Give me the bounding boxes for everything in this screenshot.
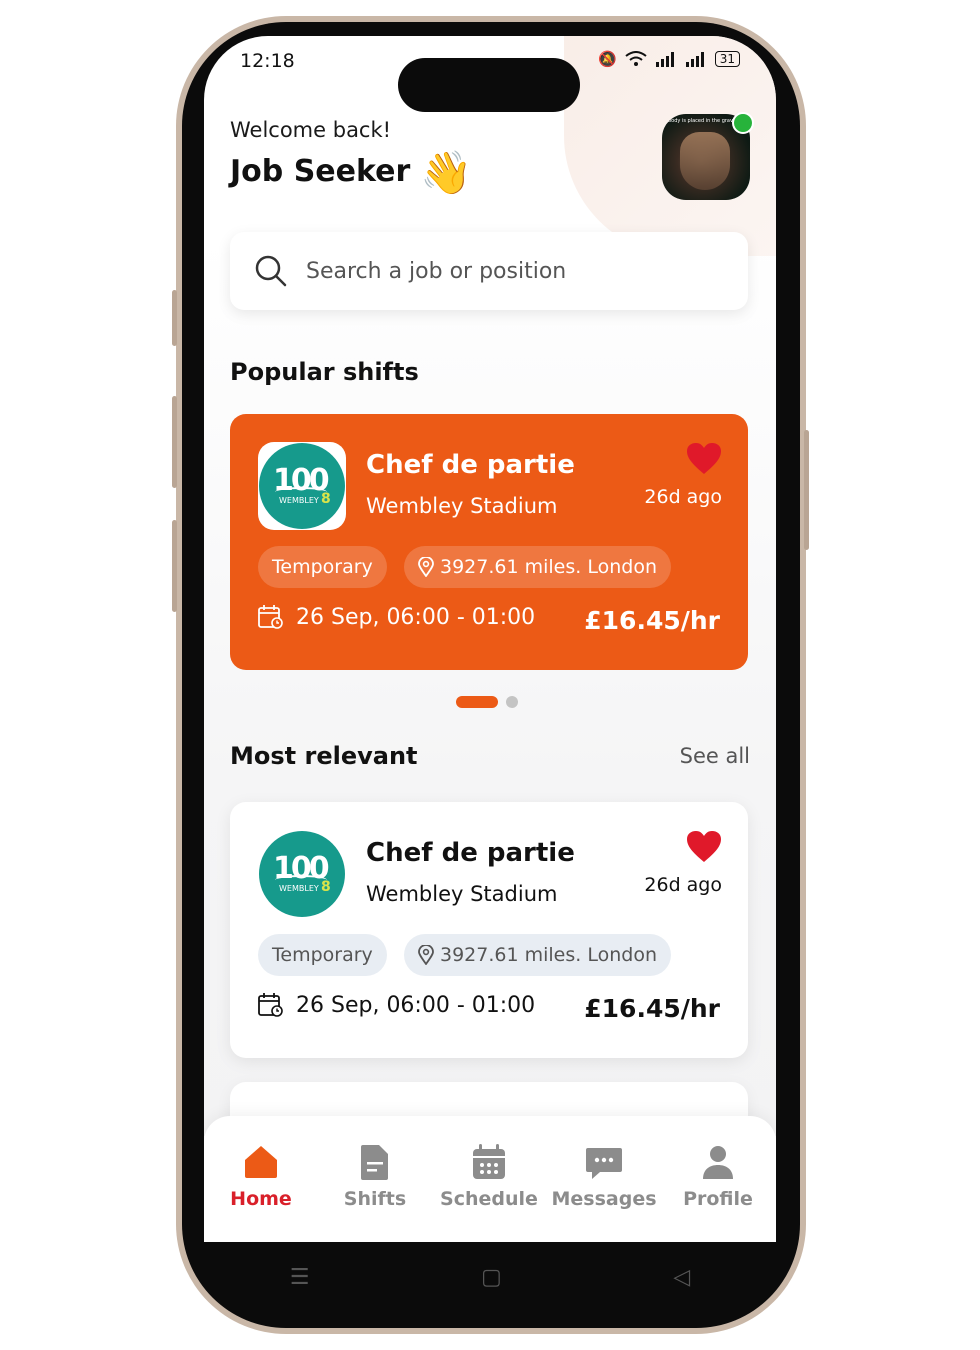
tab-schedule[interactable]: Schedule bbox=[434, 1142, 544, 1210]
tab-home[interactable]: Home bbox=[206, 1142, 316, 1210]
online-status-indicator bbox=[732, 112, 754, 134]
company-logo: 100 WEMBLEY 8 bbox=[258, 830, 346, 918]
favorite-heart-icon[interactable] bbox=[686, 442, 722, 476]
volume-down-button bbox=[172, 396, 177, 488]
favorite-heart-icon[interactable] bbox=[686, 830, 722, 864]
battery-indicator: 31 bbox=[714, 51, 740, 67]
posted-time: 26d ago bbox=[644, 486, 722, 508]
user-name: Job Seeker bbox=[230, 154, 411, 189]
location-text: 3927.61 miles. London bbox=[440, 556, 657, 578]
tab-profile[interactable]: Profile bbox=[663, 1142, 773, 1210]
location-tag: 3927.61 miles. London bbox=[404, 546, 671, 588]
pagination-dot[interactable] bbox=[506, 696, 518, 708]
logo-eight: 8 bbox=[321, 491, 331, 507]
search-input[interactable] bbox=[304, 257, 708, 285]
status-time: 12:18 bbox=[240, 50, 295, 72]
calendar-icon bbox=[473, 1144, 505, 1179]
see-all-link[interactable]: See all bbox=[680, 744, 750, 768]
job-title: Chef de partie bbox=[366, 838, 575, 868]
company-logo: 100 WEMBLEY 8 bbox=[258, 442, 346, 530]
pagination-dot-active[interactable] bbox=[456, 696, 498, 708]
hourly-rate: £16.45/hr bbox=[584, 606, 720, 635]
location-pin-icon bbox=[418, 557, 434, 577]
tab-label: Home bbox=[230, 1188, 292, 1210]
signal-icon bbox=[655, 52, 674, 67]
company-name: Wembley Stadium bbox=[366, 882, 558, 906]
mute-icon: 🔕 bbox=[598, 50, 617, 68]
tab-shifts[interactable]: Shifts bbox=[320, 1142, 430, 1210]
volume-up-button bbox=[172, 290, 177, 346]
relevant-shift-card[interactable]: 100 WEMBLEY 8 Chef de partie Wembley Sta… bbox=[230, 802, 748, 1058]
carousel-pagination bbox=[456, 696, 518, 708]
wave-emoji-icon: 👋 bbox=[420, 148, 473, 197]
power-button bbox=[804, 430, 809, 550]
most-relevant-title: Most relevant bbox=[230, 742, 418, 770]
home-square-icon[interactable]: ▢ bbox=[481, 1265, 502, 1290]
datetime-text: 26 Sep, 06:00 - 01:00 bbox=[296, 604, 536, 630]
bottom-tab-bar: Home Shifts Schedule Messages Profile bbox=[204, 1116, 776, 1242]
popular-shifts-title: Popular shifts bbox=[230, 358, 419, 386]
back-icon[interactable]: ◁ bbox=[673, 1265, 690, 1290]
tab-label: Shifts bbox=[343, 1188, 407, 1210]
company-name: Wembley Stadium bbox=[366, 494, 558, 518]
wifi-icon bbox=[625, 51, 647, 66]
logo-eight: 8 bbox=[321, 879, 331, 895]
avatar-photo bbox=[680, 132, 730, 190]
logo-subtext: WEMBLEY bbox=[279, 496, 319, 505]
avatar-caption: body is placed in the grave bbox=[668, 118, 737, 124]
location-text: 3927.61 miles. London bbox=[440, 944, 657, 966]
search-bar[interactable] bbox=[230, 232, 748, 310]
job-title: Chef de partie bbox=[366, 450, 575, 480]
job-type-tag: Temporary bbox=[258, 546, 387, 588]
job-type-tag: Temporary bbox=[258, 934, 387, 976]
tab-label: Profile bbox=[683, 1188, 753, 1210]
status-icons: 🔕 31 bbox=[598, 50, 740, 68]
location-tag: 3927.61 miles. London bbox=[404, 934, 671, 976]
calendar-clock-icon bbox=[258, 993, 283, 1017]
tab-messages[interactable]: Messages bbox=[549, 1142, 659, 1210]
chat-icon bbox=[586, 1148, 622, 1179]
location-pin-icon bbox=[418, 945, 434, 965]
side-button-left bbox=[172, 520, 177, 612]
tab-label: Schedule bbox=[440, 1188, 538, 1210]
welcome-text: Welcome back! bbox=[230, 118, 392, 142]
hourly-rate: £16.45/hr bbox=[584, 994, 720, 1023]
system-navigation-bar: ☰ ▢ ◁ bbox=[204, 1242, 776, 1312]
document-icon bbox=[361, 1145, 388, 1180]
tab-label: Messages bbox=[551, 1188, 657, 1210]
calendar-clock-icon bbox=[258, 605, 283, 629]
shift-datetime: 26 Sep, 06:00 - 01:00 bbox=[258, 992, 535, 1018]
menu-icon[interactable]: ☰ bbox=[290, 1265, 310, 1290]
posted-time: 26d ago bbox=[644, 874, 722, 896]
logo-subtext: WEMBLEY bbox=[279, 884, 319, 893]
datetime-text: 26 Sep, 06:00 - 01:00 bbox=[296, 992, 536, 1018]
signal-icon-2 bbox=[685, 52, 704, 67]
dynamic-island bbox=[398, 58, 580, 112]
search-icon bbox=[255, 255, 287, 287]
popular-shift-card[interactable]: 100 WEMBLEY 8 Chef de partie Wembley Sta… bbox=[230, 414, 748, 670]
app-screen: 12:18 🔕 31 Welcome back! Job Seeker 👋 bo… bbox=[204, 36, 776, 1242]
home-icon bbox=[245, 1146, 277, 1178]
shift-datetime: 26 Sep, 06:00 - 01:00 bbox=[258, 604, 535, 630]
user-icon bbox=[703, 1146, 733, 1179]
